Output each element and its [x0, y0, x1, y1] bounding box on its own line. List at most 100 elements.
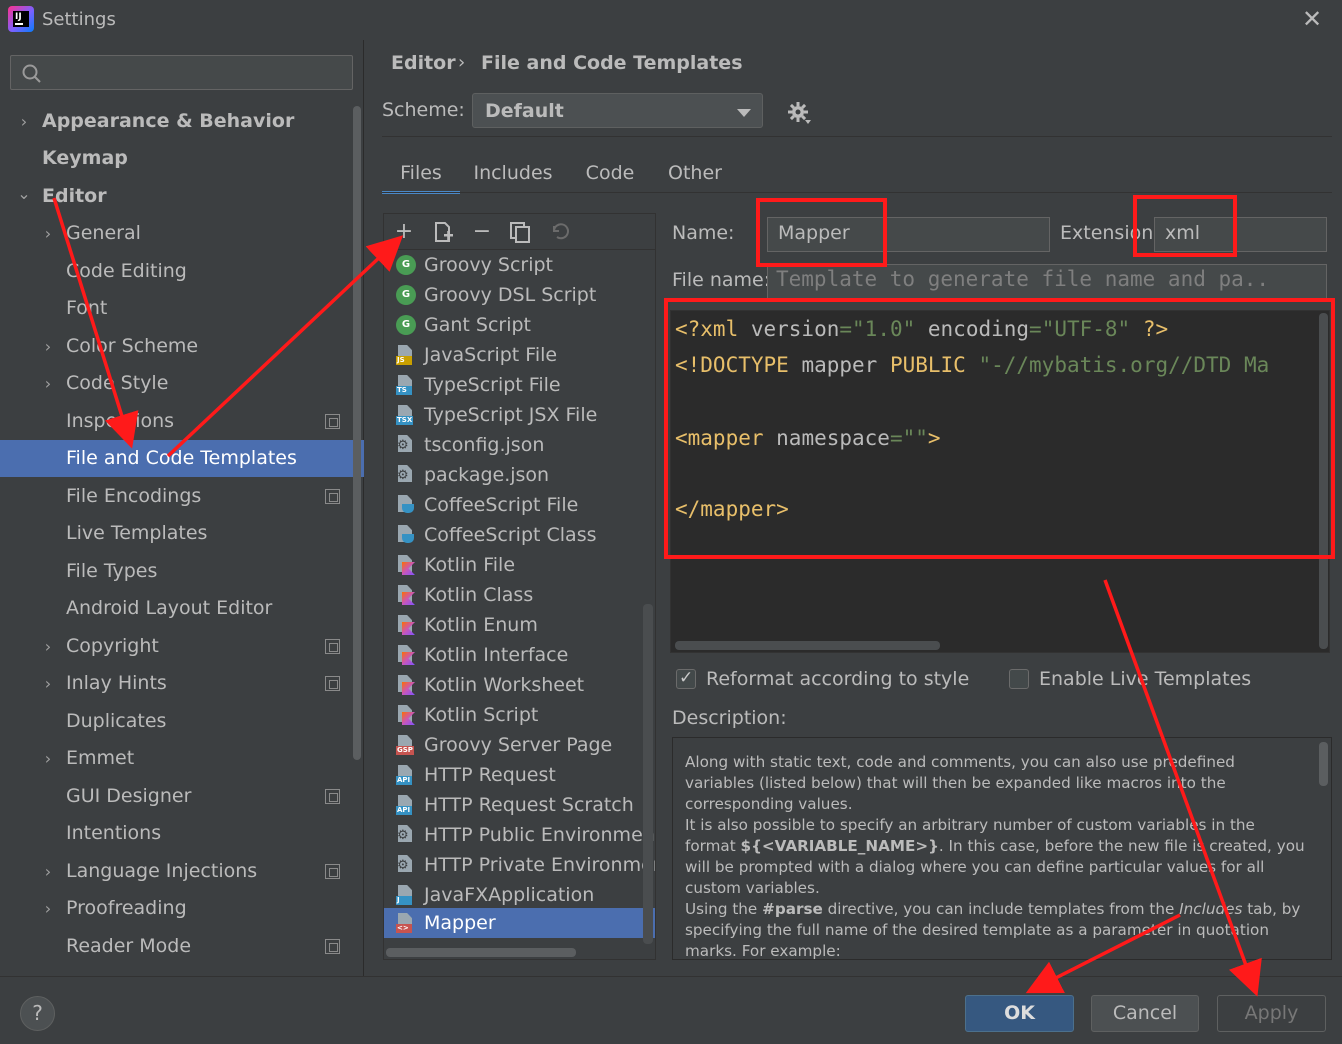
reformat-label[interactable]: Reformat according to style	[706, 668, 969, 690]
tab-includes[interactable]: Includes	[468, 158, 558, 194]
template-item-http-public-environment[interactable]: HTTP Public Environment F	[384, 820, 655, 850]
tab-files[interactable]: Files	[382, 158, 460, 194]
sidebar-item-label: General	[66, 222, 141, 244]
scheme-label: Scheme:	[382, 99, 465, 121]
live-templates-label[interactable]: Enable Live Templates	[1039, 668, 1251, 690]
ok-button[interactable]: OK	[965, 995, 1074, 1032]
sidebar-item-appearance-behavior[interactable]: › Appearance & Behavior	[0, 103, 364, 140]
sidebar-item-inlay-hints[interactable]: › Inlay Hints	[0, 665, 364, 702]
cancel-button[interactable]: Cancel	[1091, 995, 1199, 1032]
sidebar-item-inspections[interactable]: Inspections	[0, 403, 364, 440]
template-item-mapper[interactable]: <> Mapper	[384, 908, 655, 938]
tab-code[interactable]: Code	[578, 158, 642, 194]
sidebar-item-duplicates[interactable]: Duplicates	[0, 703, 364, 740]
sidebar-item-label: Inlay Hints	[66, 672, 167, 694]
project-scope-icon	[325, 639, 340, 654]
template-item-kotlin-script[interactable]: Kotlin Script	[384, 700, 655, 730]
sidebar-item-code-editing[interactable]: Code Editing	[0, 253, 364, 290]
chevron-right-icon[interactable]: ›	[38, 853, 58, 890]
sidebar-item-file-and-code-templates[interactable]: File and Code Templates	[0, 440, 364, 477]
close-icon[interactable]: ✕	[1298, 4, 1326, 34]
scheme-select[interactable]: Default	[472, 93, 763, 128]
template-item-javascript-file[interactable]: JS JavaScript File	[384, 340, 655, 370]
template-item-kotlin-interface[interactable]: Kotlin Interface	[384, 640, 655, 670]
sidebar-item-file-encodings[interactable]: File Encodings	[0, 478, 364, 515]
template-item-http-request[interactable]: API HTTP Request	[384, 760, 655, 790]
template-item-kotlin-class[interactable]: Kotlin Class	[384, 580, 655, 610]
sidebar-item-emmet[interactable]: › Emmet	[0, 740, 364, 777]
sidebar-item-code-style[interactable]: › Code Style	[0, 365, 364, 402]
help-button[interactable]: ?	[20, 996, 55, 1031]
breadcrumb-separator-icon: ›	[458, 52, 466, 73]
gear-icon[interactable]	[786, 100, 812, 126]
live-templates-checkbox[interactable]	[1009, 669, 1029, 689]
template-item-coffeescript-class[interactable]: CoffeeScript Class	[384, 520, 655, 550]
breadcrumb-editor[interactable]: Editor	[391, 52, 456, 74]
template-item-gant-script[interactable]: G Gant Script	[384, 310, 655, 340]
template-item-groovy-script[interactable]: G Groovy Script	[384, 250, 655, 280]
sidebar-item-live-templates[interactable]: Live Templates	[0, 515, 364, 552]
description-scrollbar[interactable]	[1319, 742, 1328, 786]
groovy-icon: G	[396, 315, 416, 335]
chevron-right-icon[interactable]: ›	[38, 328, 58, 365]
typescript-file-icon: TS	[396, 375, 416, 395]
tab-other[interactable]: Other	[660, 158, 730, 194]
sidebar-item-reader-mode[interactable]: Reader Mode	[0, 928, 364, 965]
sidebar-scrollbar[interactable]	[353, 106, 361, 760]
remove-icon[interactable]: −	[470, 220, 494, 244]
sidebar-item-file-types[interactable]: File Types	[0, 553, 364, 590]
template-item-groovy-server-page[interactable]: GSP Groovy Server Page	[384, 730, 655, 760]
template-item-kotlin-enum[interactable]: Kotlin Enum	[384, 610, 655, 640]
template-item-kotlin-file[interactable]: Kotlin File	[384, 550, 655, 580]
sidebar-item-proofreading[interactable]: › Proofreading	[0, 890, 364, 927]
chevron-right-icon[interactable]: ›	[38, 890, 58, 927]
sidebar-item-font[interactable]: Font	[0, 290, 364, 327]
sidebar-item-label: Live Templates	[66, 522, 208, 544]
chevron-right-icon[interactable]: ›	[38, 628, 58, 665]
add-child-template-icon[interactable]	[432, 220, 456, 244]
chevron-right-icon[interactable]: ›	[38, 365, 58, 402]
sidebar-item-gui-designer[interactable]: GUI Designer	[0, 778, 364, 815]
copy-icon[interactable]	[508, 220, 532, 244]
sidebar-item-general[interactable]: › General	[0, 215, 364, 252]
template-item-groovy-dsl-script[interactable]: G Groovy DSL Script	[384, 280, 655, 310]
chevron-right-icon[interactable]: ›	[38, 665, 58, 702]
chevron-right-icon[interactable]: ›	[38, 740, 58, 777]
sidebar-item-color-scheme[interactable]: › Color Scheme	[0, 328, 364, 365]
sidebar-item-language-injections[interactable]: › Language Injections	[0, 853, 364, 890]
sidebar-item-android-layout-editor[interactable]: Android Layout Editor	[0, 590, 364, 627]
sidebar-item-intentions[interactable]: Intentions	[0, 815, 364, 852]
sidebar-item-label: Emmet	[66, 747, 135, 769]
reformat-checkbox[interactable]	[676, 668, 696, 689]
template-item-typescript-jsx-file[interactable]: TSX TypeScript JSX File	[384, 400, 655, 430]
template-item-coffeescript-file[interactable]: CoffeeScript File	[384, 490, 655, 520]
sidebar-item-copyright[interactable]: › Copyright	[0, 628, 364, 665]
add-icon[interactable]: +	[392, 220, 416, 244]
apply-button[interactable]: Apply	[1217, 995, 1326, 1032]
list-horizontal-scrollbar[interactable]	[386, 948, 576, 957]
template-item-typescript-file[interactable]: TS TypeScript File	[384, 370, 655, 400]
template-item-http-request-scratch[interactable]: API HTTP Request Scratch	[384, 790, 655, 820]
editor-horizontal-scrollbar[interactable]	[675, 641, 940, 650]
chevron-right-icon[interactable]: ›	[14, 103, 34, 140]
template-item-javafx-application[interactable]: J JavaFXApplication	[384, 880, 655, 910]
list-vertical-scrollbar[interactable]	[643, 604, 653, 944]
sidebar-item-label: Copyright	[66, 635, 159, 657]
search-input[interactable]	[10, 55, 353, 90]
page-title: File and Code Templates	[481, 52, 743, 74]
template-item-package-json[interactable]: package.json	[384, 460, 655, 490]
chevron-down-icon[interactable]: ⌄	[14, 175, 34, 212]
sidebar-item-editor[interactable]: ⌄ Editor	[0, 178, 364, 215]
template-item-tsconfig-json[interactable]: tsconfig.json	[384, 430, 655, 460]
filename-input[interactable]: Template to generate file name and pa..	[767, 264, 1327, 299]
filename-label: File name:	[672, 269, 771, 291]
project-scope-icon	[325, 939, 340, 954]
title-bar: IJ Settings ✕	[0, 0, 1342, 40]
undo-icon[interactable]	[548, 220, 572, 244]
divider	[0, 976, 1342, 977]
sidebar-item-keymap[interactable]: Keymap	[0, 140, 364, 177]
template-item-kotlin-worksheet[interactable]: Kotlin Worksheet	[384, 670, 655, 700]
template-item-http-private-environment[interactable]: HTTP Private Environment I	[384, 850, 655, 880]
annotation-box-name	[756, 198, 887, 267]
chevron-right-icon[interactable]: ›	[38, 215, 58, 252]
